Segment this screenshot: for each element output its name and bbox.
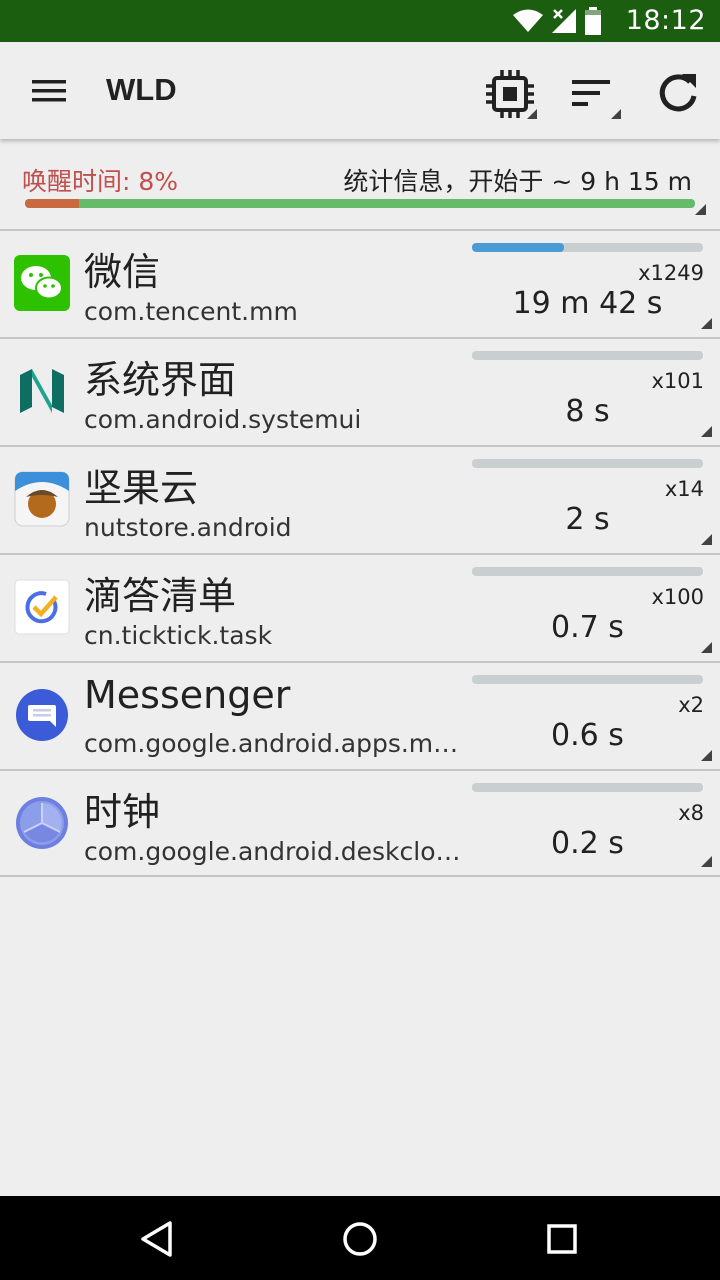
wakelock-count: x101 (651, 369, 704, 393)
wakelock-count: x14 (664, 477, 704, 501)
screen: 18:12 WLD 唤醒时间: 8% 统计信息，开始于 ~ 9 h 15 m 微… (0, 0, 720, 1280)
messenger-icon (14, 687, 70, 743)
menu-button[interactable] (24, 70, 74, 114)
app-name: 坚果云 (84, 466, 199, 510)
app-package: com.google.android.apps.messaging (84, 729, 462, 758)
awake-progress-fill (25, 199, 79, 208)
wakelock-duration: 8 s (565, 394, 610, 429)
row-expand-indicator-icon (701, 856, 712, 867)
app-row[interactable]: 微信 com.tencent.mm x1249 19 m 42 s (0, 229, 720, 337)
app-row[interactable]: 坚果云 nutstore.android x14 2 s (0, 445, 720, 553)
sort-button[interactable] (566, 66, 622, 122)
ticktick-icon (14, 579, 70, 635)
home-button[interactable] (335, 1214, 385, 1264)
wakelock-count: x100 (651, 585, 704, 609)
battery-icon (585, 7, 601, 35)
summary-expand-indicator-icon (695, 204, 706, 215)
status-icons (512, 7, 602, 35)
app-row[interactable]: 时钟 com.google.android.deskclock x8 0.2 s (0, 769, 720, 877)
wakelock-duration: 0.2 s (551, 826, 624, 861)
android-n-icon (14, 363, 70, 419)
hamburger-menu-icon (32, 80, 66, 102)
clock-icon (14, 795, 70, 851)
wakelock-app-list: 微信 com.tencent.mm x1249 19 m 42 s 系统界面 com.an… (0, 229, 720, 877)
wifi-icon (513, 9, 543, 32)
refresh-icon (659, 74, 697, 112)
app-name: 微信 (84, 250, 161, 294)
sort-icon (572, 80, 621, 119)
wakelock-bar (472, 459, 703, 468)
wakelock-duration: 0.7 s (551, 610, 624, 645)
home-icon (343, 1222, 377, 1256)
recents-button[interactable] (537, 1214, 587, 1264)
wakelock-bar (472, 351, 703, 360)
row-expand-indicator-icon (701, 750, 712, 761)
app-name: Messenger (84, 673, 291, 717)
back-button[interactable] (133, 1214, 183, 1264)
row-expand-indicator-icon (701, 426, 712, 437)
wakelock-bar (472, 675, 703, 684)
app-row[interactable]: Messenger com.google.android.apps.messagi… (0, 661, 720, 769)
app-row[interactable]: 滴答清单 cn.ticktick.task x100 0.7 s (0, 553, 720, 661)
wechat-icon (14, 255, 70, 311)
app-row[interactable]: 系统界面 com.android.systemui x101 8 s (0, 337, 720, 445)
app-title: WLD (106, 72, 177, 107)
row-expand-indicator-icon (701, 318, 712, 329)
status-time: 18:12 (625, 5, 706, 36)
cpu-filter-button[interactable] (482, 66, 538, 122)
wakelock-duration: 0.6 s (551, 718, 624, 753)
app-name: 系统界面 (84, 358, 237, 402)
row-expand-indicator-icon (701, 642, 712, 653)
app-name: 时钟 (84, 790, 161, 834)
wakelock-bar (472, 243, 703, 252)
app-bar: WLD (0, 42, 720, 139)
app-name: 滴答清单 (84, 574, 237, 618)
recents-icon (547, 1224, 577, 1254)
back-icon (141, 1221, 172, 1257)
stats-since-label: 统计信息，开始于 ~ 9 h 15 m (343, 167, 692, 196)
status-bar: 18:12 (0, 0, 720, 42)
refresh-button[interactable] (650, 66, 706, 122)
wakelock-count: x1249 (638, 261, 704, 285)
row-expand-indicator-icon (701, 534, 712, 545)
cpu-icon (486, 70, 537, 119)
summary-header[interactable]: 唤醒时间: 8% 统计信息，开始于 ~ 9 h 15 m (0, 140, 720, 229)
awake-percentage-label: 唤醒时间: 8% (22, 167, 179, 196)
app-package: com.google.android.deskclock (84, 837, 462, 866)
wakelock-bar-fill (472, 243, 565, 252)
nutstore-icon (14, 471, 70, 527)
wakelock-bar (472, 567, 703, 576)
wakelock-duration: 2 s (565, 502, 610, 537)
wakelock-duration: 19 m 42 s (512, 286, 663, 321)
awake-progress-bar (25, 199, 695, 208)
wakelock-bar (472, 783, 703, 792)
signal-icon (552, 9, 576, 33)
navigation-bar (0, 1196, 720, 1280)
app-package: nutstore.android (84, 513, 292, 542)
app-package: com.android.systemui (84, 405, 362, 434)
app-package: cn.ticktick.task (84, 621, 273, 650)
wakelock-count: x8 (678, 801, 704, 825)
wakelock-count: x2 (678, 693, 704, 717)
app-package: com.tencent.mm (84, 297, 298, 326)
